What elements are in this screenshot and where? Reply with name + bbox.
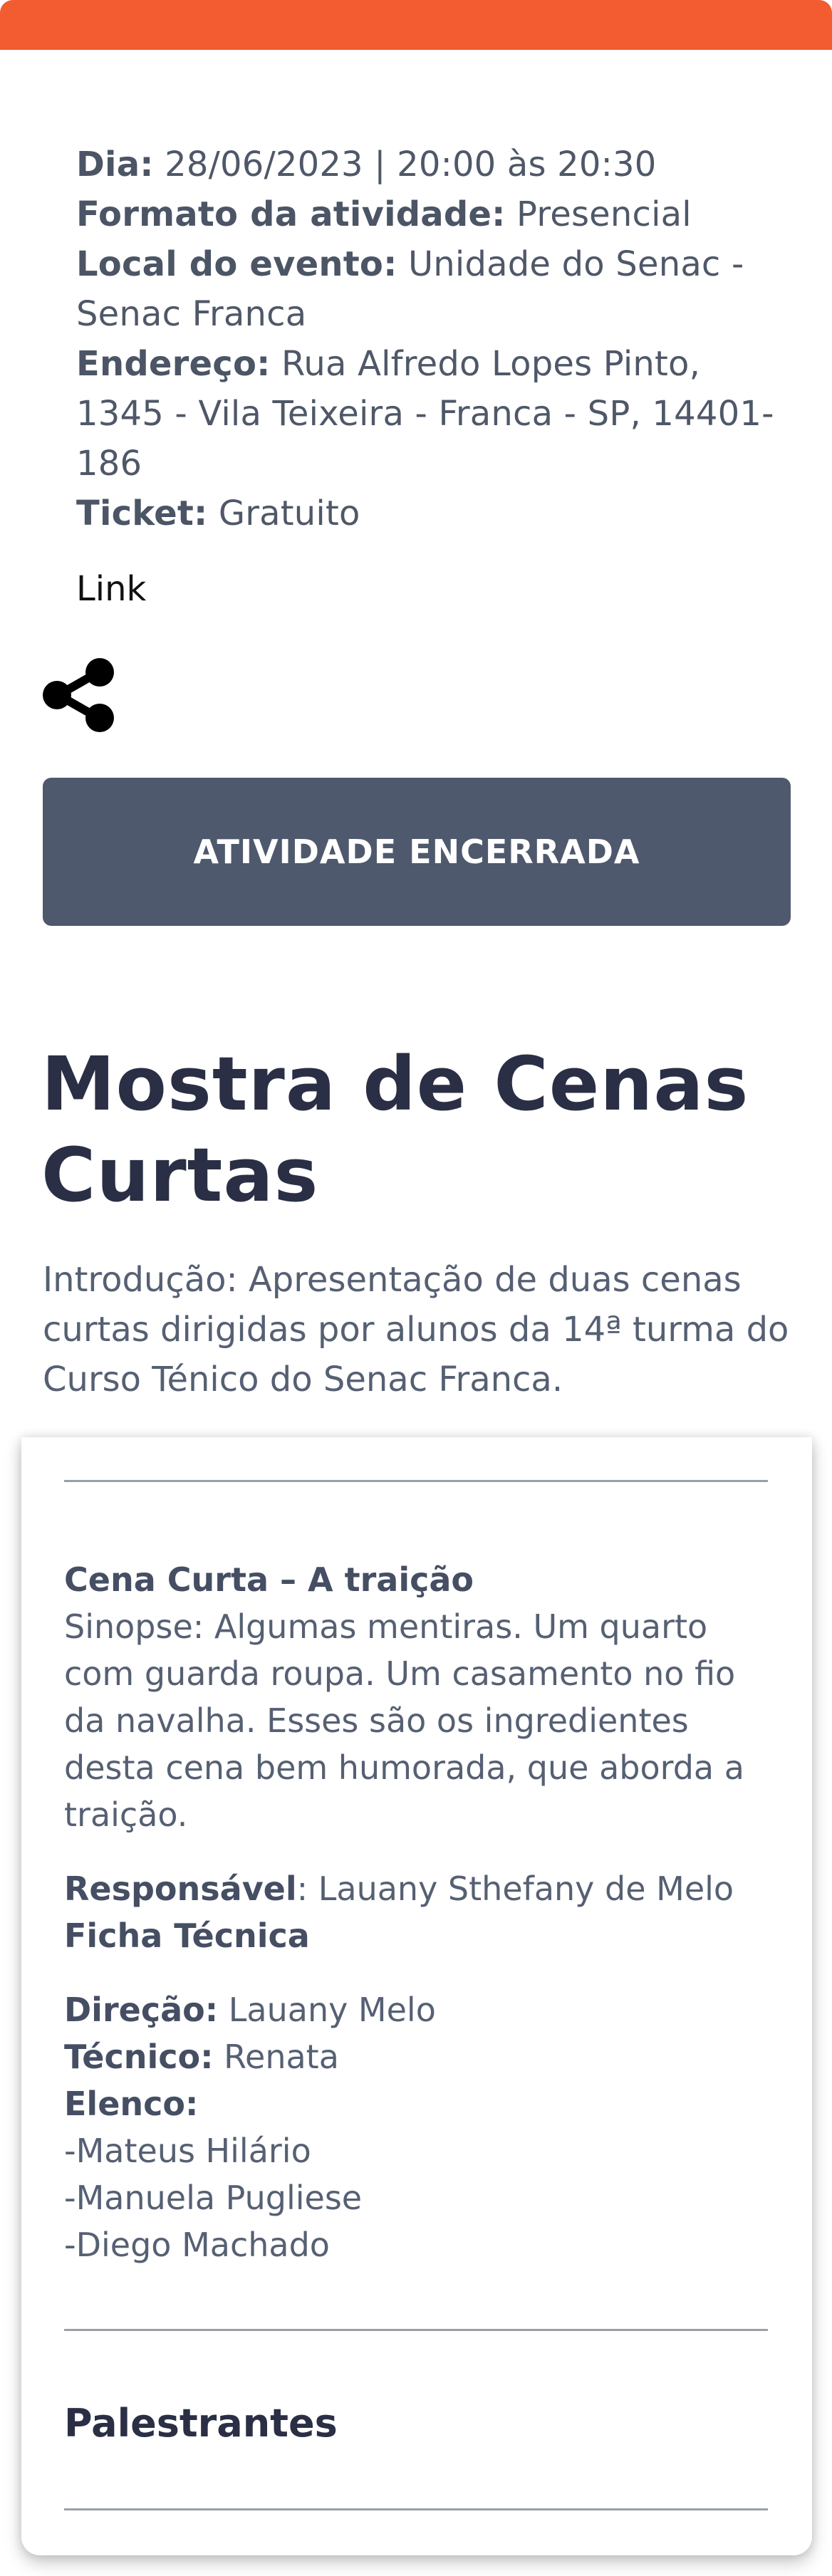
page-title: Mostra de Cenas Curtas xyxy=(41,1041,749,1219)
direction-value: Lauany Melo xyxy=(218,1991,436,2029)
speakers-heading: Palestrantes xyxy=(64,2401,338,2446)
event-link[interactable]: Link xyxy=(76,564,146,614)
technician-label: Técnico: xyxy=(64,2038,214,2076)
format-label: Formato da atividade: xyxy=(76,194,506,234)
event-ticket: Ticket: Gratuito xyxy=(76,489,774,538)
event-info: Dia: 28/06/2023 | 20:00 às 20:30 Formato… xyxy=(76,140,774,538)
share-icon[interactable] xyxy=(41,658,115,732)
day-value: 28/06/2023 | 20:00 às 20:30 xyxy=(153,145,657,184)
format-value: Presencial xyxy=(505,194,692,234)
scene-title: Cena Curta – A traição xyxy=(64,1560,474,1599)
event-format: Formato da atividade: Presencial xyxy=(76,189,774,239)
cast-label: Elenco: xyxy=(64,2085,199,2123)
event-location: Local do evento: Unidade do Senac - Sena… xyxy=(76,239,774,339)
event-day: Dia: 28/06/2023 | 20:00 às 20:30 xyxy=(76,140,774,189)
scene-responsible: Responsável: Lauany Sthefany de Melo xyxy=(64,1865,769,1912)
divider-middle xyxy=(64,2329,768,2331)
scene-synopsis: Sinopse: Algumas mentiras. Um quarto com… xyxy=(64,1607,744,1834)
scene-details: Cena Curta – A traição Sinopse: Algumas … xyxy=(64,1556,769,2268)
cast-member: -Mateus Hilário xyxy=(64,2132,311,2170)
location-label: Local do evento: xyxy=(76,244,397,284)
event-address: Endereço: Rua Alfredo Lopes Pinto, 1345 … xyxy=(76,339,774,489)
responsible-label: Responsável xyxy=(64,1870,297,1908)
divider-top xyxy=(64,1480,768,1482)
day-label: Dia: xyxy=(76,145,154,184)
tech-sheet-heading: Ficha Técnica xyxy=(64,1917,310,1955)
activity-closed-button[interactable]: ATIVIDADE ENCERRADA xyxy=(43,778,791,926)
direction-label: Direção: xyxy=(64,1991,219,2029)
ticket-label: Ticket: xyxy=(76,494,208,533)
scene-direction: Direção: Lauany Melo xyxy=(64,1986,769,2033)
cast-member: -Manuela Pugliese xyxy=(64,2179,363,2217)
divider-bottom xyxy=(64,2508,768,2510)
top-accent-bar xyxy=(0,0,832,50)
technician-value: Renata xyxy=(213,2038,339,2076)
scene-technician: Técnico: Renata xyxy=(64,2033,769,2080)
intro-text: Introdução: Apresentação de duas cenas c… xyxy=(43,1260,789,1399)
responsible-value: : Lauany Sthefany de Melo xyxy=(296,1870,734,1908)
address-label: Endereço: xyxy=(76,344,271,384)
cast-member: -Diego Machado xyxy=(64,2226,330,2264)
ticket-value: Gratuito xyxy=(207,494,360,533)
